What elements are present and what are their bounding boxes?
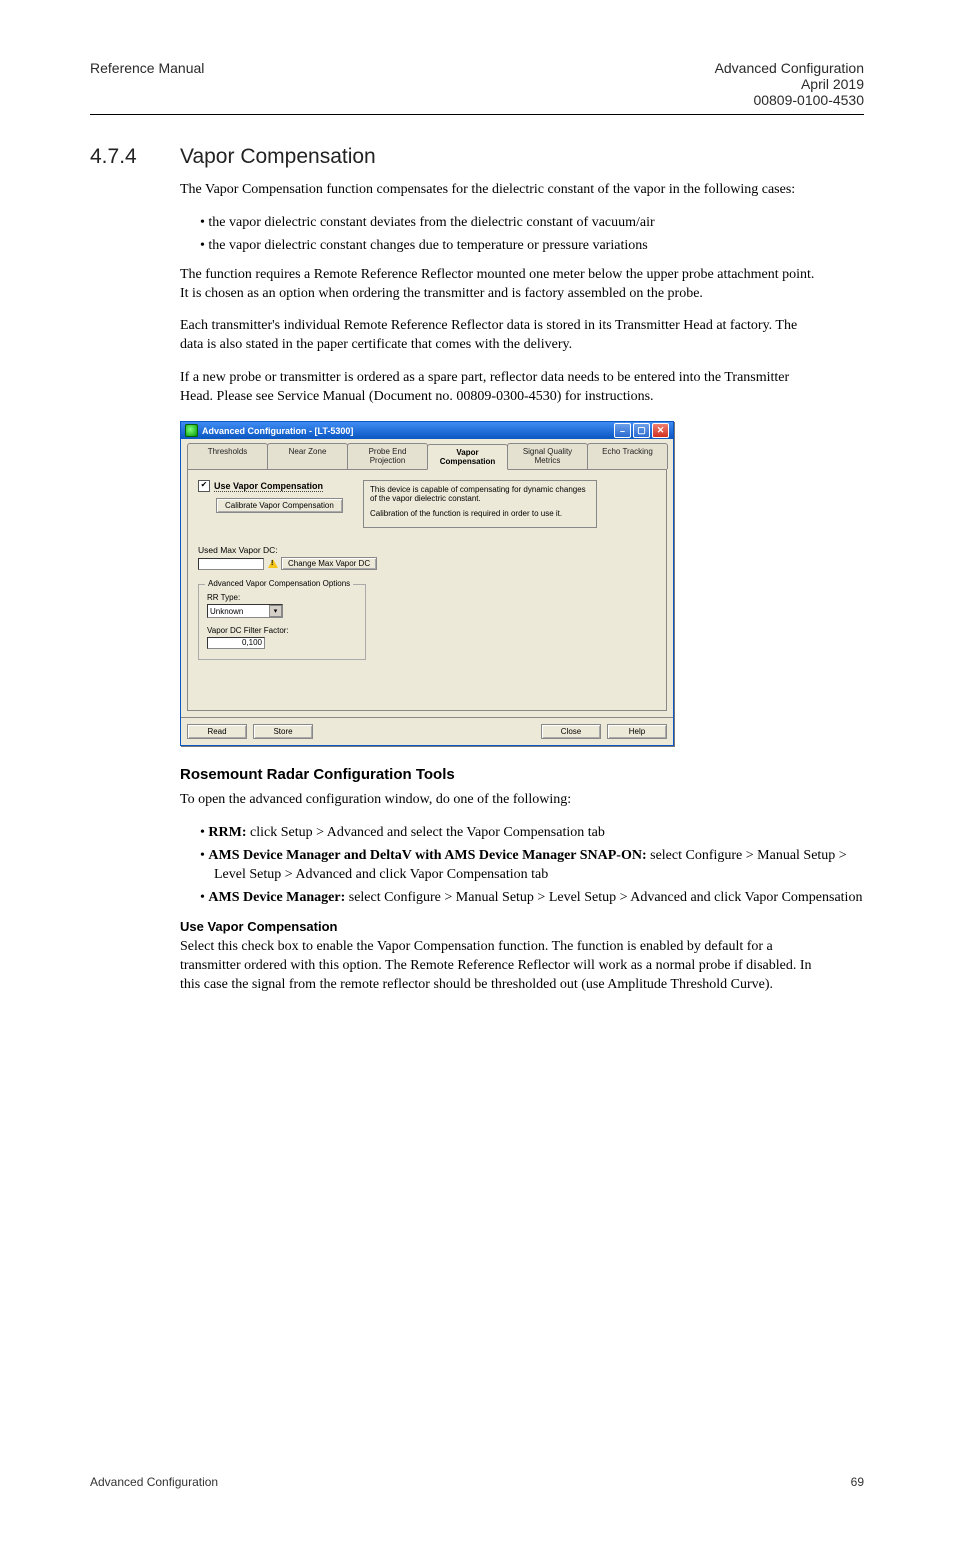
list-item-label: AMS Device Manager: [208, 890, 348, 905]
use-vapor-subheading: Use Vapor Compensation [180, 919, 864, 934]
rct-subheading: Rosemount Radar Configuration Tools [180, 766, 864, 783]
info-line-2: Calibration of the function is required … [370, 509, 590, 518]
page-header: Reference Manual Advanced Configuration … [90, 60, 864, 115]
dialog-bottom-bar: Read Store Close Help [181, 717, 673, 745]
use-vapor-label[interactable]: Use Vapor Compensation [214, 481, 323, 492]
tab-near-zone[interactable]: Near Zone [267, 443, 348, 469]
store-button[interactable]: Store [253, 724, 313, 739]
screenshot-figure: Advanced Configuration - [LT-5300] – ▢ ✕… [180, 421, 864, 746]
header-left: Reference Manual [90, 60, 204, 108]
minimize-button[interactable]: – [614, 423, 631, 438]
section-heading: 4.7.4 Vapor Compensation [90, 145, 864, 169]
para3: If a new probe or transmitter is ordered… [180, 369, 820, 407]
read-button[interactable]: Read [187, 724, 247, 739]
used-max-label: Used Max Vapor DC: [198, 545, 656, 555]
para1: The function requires a Remote Reference… [180, 266, 820, 304]
filter-factor-label: Vapor DC Filter Factor: [207, 626, 357, 635]
header-right: Advanced Configuration April 2019 00809-… [715, 60, 864, 108]
maximize-button[interactable]: ▢ [633, 423, 650, 438]
section-title: Vapor Compensation [180, 145, 376, 169]
use-vapor-paragraph: Select this check box to enable the Vapo… [180, 938, 820, 995]
rr-type-value: Unknown [210, 607, 243, 616]
list-item: • the vapor dielectric constant changes … [200, 237, 864, 256]
tab-vapor-compensation[interactable]: Vapor Compensation [427, 444, 508, 470]
window-title: Advanced Configuration - [LT-5300] [202, 426, 353, 436]
header-right-docno: 00809-0100-4530 [715, 92, 864, 108]
header-right-title: Advanced Configuration [715, 60, 864, 76]
tab-strip: Thresholds Near Zone Probe End Projectio… [181, 439, 673, 469]
list-item-text: the vapor dielectric constant deviates f… [208, 215, 654, 230]
close-window-button[interactable]: ✕ [652, 423, 669, 438]
list-item: • the vapor dielectric constant deviates… [200, 214, 864, 233]
tab-thresholds[interactable]: Thresholds [187, 443, 268, 469]
header-right-date: April 2019 [715, 76, 864, 92]
rr-type-label: RR Type: [207, 593, 357, 602]
warning-icon [268, 559, 278, 568]
page-footer: Advanced Configuration 69 [90, 1475, 864, 1489]
info-panel: This device is capable of compensating f… [363, 480, 597, 528]
group-title: Advanced Vapor Compensation Options [205, 579, 353, 588]
advanced-options-group: Advanced Vapor Compensation Options RR T… [198, 584, 366, 660]
tab-signal-quality-metrics[interactable]: Signal Quality Metrics [507, 443, 588, 469]
tab-probe-end-projection[interactable]: Probe End Projection [347, 443, 428, 469]
para2: Each transmitter's individual Remote Ref… [180, 317, 820, 355]
procedure-list: • RRM: click Setup > Advanced and select… [200, 824, 864, 908]
procedure-lead: To open the advanced configuration windo… [180, 791, 820, 810]
bullet-list: • the vapor dielectric constant deviates… [200, 214, 864, 256]
used-max-vapor-dc-field[interactable] [198, 558, 264, 570]
section-number: 4.7.4 [90, 145, 180, 169]
close-button[interactable]: Close [541, 724, 601, 739]
list-item-label: AMS Device Manager and DeltaV with AMS D… [208, 848, 650, 863]
tab-echo-tracking[interactable]: Echo Tracking [587, 443, 668, 469]
list-item-text: click Setup > Advanced and select the Va… [250, 825, 605, 840]
intro-paragraph: The Vapor Compensation function compensa… [180, 181, 820, 200]
list-item: • RRM: click Setup > Advanced and select… [200, 824, 864, 843]
list-item-text: select Configure > Manual Setup > Level … [349, 890, 863, 905]
change-max-vapor-dc-button[interactable]: Change Max Vapor DC [281, 557, 377, 570]
filter-factor-field[interactable]: 0,100 [207, 637, 265, 649]
title-bar[interactable]: Advanced Configuration - [LT-5300] – ▢ ✕ [181, 422, 673, 439]
app-icon [185, 424, 198, 437]
dialog-window: Advanced Configuration - [LT-5300] – ▢ ✕… [180, 421, 674, 746]
info-line-1: This device is capable of compensating f… [370, 485, 590, 503]
rr-type-select[interactable]: Unknown ▾ [207, 604, 283, 618]
chevron-down-icon[interactable]: ▾ [269, 605, 282, 617]
tab-panel: Use Vapor Compensation Calibrate Vapor C… [187, 469, 667, 711]
used-max-row: Change Max Vapor DC [198, 557, 656, 570]
calibrate-button[interactable]: Calibrate Vapor Compensation [216, 498, 343, 513]
footer-page-number: 69 [851, 1475, 864, 1489]
list-item-label: RRM: [208, 825, 250, 840]
use-vapor-checkbox[interactable] [198, 480, 210, 492]
help-button[interactable]: Help [607, 724, 667, 739]
footer-left: Advanced Configuration [90, 1475, 218, 1489]
list-item: • AMS Device Manager: select Configure >… [200, 889, 864, 908]
list-item-text: the vapor dielectric constant changes du… [208, 238, 647, 253]
list-item: • AMS Device Manager and DeltaV with AMS… [200, 847, 864, 885]
